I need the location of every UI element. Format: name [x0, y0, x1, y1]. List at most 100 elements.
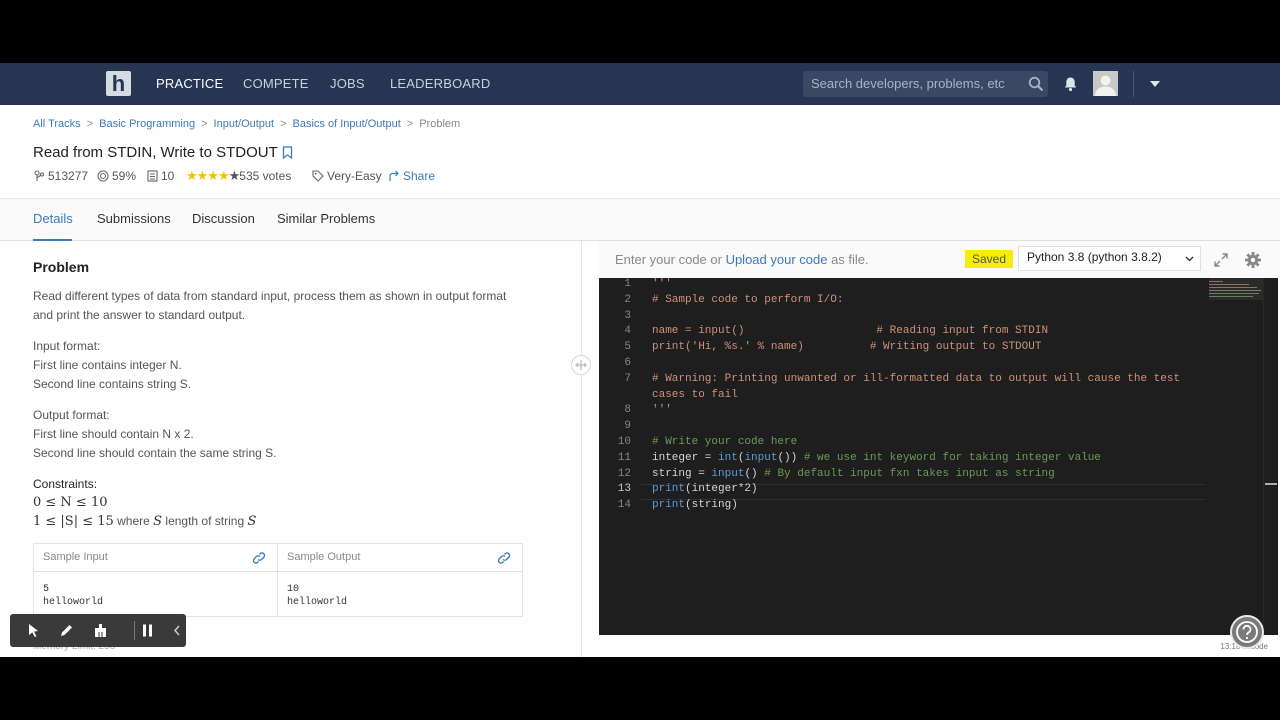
- code-line[interactable]: name = input() # Reading input from STDI…: [652, 325, 1048, 337]
- pane-resize-handle[interactable]: [571, 355, 591, 375]
- line-number: 11: [617, 451, 631, 464]
- breadcrumb-basic-programming[interactable]: Basic Programming: [99, 118, 195, 130]
- editor-hint: Enter your code or Upload your code as f…: [615, 252, 869, 267]
- solved-count: 513277: [33, 169, 88, 183]
- sample-output-label: Sample Output: [287, 551, 361, 563]
- tab-discussion[interactable]: Discussion: [192, 211, 255, 226]
- bell-icon[interactable]: [1063, 76, 1078, 92]
- pause-icon[interactable]: [139, 622, 156, 639]
- line-number: 10: [617, 436, 631, 448]
- help-button[interactable]: [1230, 615, 1264, 649]
- breadcrumb-input-output[interactable]: Input/Output: [214, 118, 275, 130]
- logo[interactable]: h: [106, 71, 131, 96]
- tab-similar-problems[interactable]: Similar Problems: [277, 211, 375, 226]
- nav-divider: [1133, 71, 1134, 97]
- nav-jobs[interactable]: JOBS: [330, 76, 365, 91]
- pointer-icon[interactable]: [25, 622, 42, 639]
- top-nav: h PRACTICE COMPETE JOBS LEADERBOARD: [0, 63, 1280, 105]
- code-line[interactable]: integer = int(input()) # we use int keyw…: [652, 452, 1101, 464]
- code-token: string =: [652, 467, 712, 480]
- solved-icon: [34, 170, 45, 181]
- input-format-line: Second line contains string S.: [33, 377, 192, 391]
- problem-heading: Problem: [33, 259, 90, 275]
- language-select[interactable]: Python 3.8 (python 3.8.2): [1018, 246, 1201, 271]
- chevron-down-icon: [1185, 256, 1194, 262]
- breadcrumb: All Tracks > Basic Programming > Input/Outpu…: [33, 118, 461, 130]
- pen-icon[interactable]: [58, 622, 75, 639]
- code-token: ()): [777, 451, 804, 464]
- tag-icon: [312, 170, 324, 182]
- chevron-left-icon[interactable]: [171, 622, 183, 639]
- code-token: # Warning: Printing unwanted or ill-form…: [652, 372, 1181, 385]
- code-token: input: [744, 451, 778, 464]
- code-token: (): [744, 467, 765, 480]
- eraser-icon[interactable]: [92, 622, 109, 639]
- nav-practice[interactable]: PRACTICE: [156, 76, 223, 91]
- code-token: input: [711, 467, 745, 480]
- code-token: name = input() # Reading input from STDI…: [652, 325, 1049, 338]
- saved-badge: Saved: [965, 250, 1014, 268]
- code-line[interactable]: ''': [652, 404, 672, 416]
- avatar[interactable]: [1093, 71, 1118, 96]
- nav-compete[interactable]: COMPETE: [243, 76, 309, 91]
- upload-code-link[interactable]: Upload your code: [726, 252, 828, 267]
- output-format-line: Second line should contain the same stri…: [33, 446, 277, 460]
- code-token: print: [652, 483, 686, 496]
- share-link[interactable]: Share: [388, 169, 435, 183]
- editor-header: Enter your code or Upload your code as f…: [599, 241, 1280, 278]
- difficulty: Very-Easy: [312, 169, 382, 183]
- editor-scrollbar[interactable]: [1263, 278, 1278, 635]
- success-rate: 59%: [97, 169, 136, 183]
- code-token: integer =: [652, 451, 719, 464]
- bookmark-icon[interactable]: [282, 146, 293, 159]
- breadcrumb-basics-io[interactable]: Basics of Input/Output: [293, 118, 401, 130]
- link-icon[interactable]: [252, 551, 266, 565]
- gear-icon[interactable]: [1244, 251, 1262, 269]
- code-line[interactable]: print(string): [652, 499, 738, 511]
- chevron-down-icon[interactable]: [1149, 80, 1161, 88]
- code-line[interactable]: print('Hi, %s.' % name) # Writing output…: [652, 341, 1041, 353]
- line-number: 7: [624, 372, 631, 385]
- code-editor[interactable]: 1 ''' 2 # Sample code to perform I/O: 3 4 name…: [599, 278, 1278, 635]
- code-line[interactable]: # Write your code here: [652, 436, 797, 448]
- constraint-n: 0 ≤ N ≤ 10: [33, 495, 108, 510]
- problem-description: Read different types of data from standa…: [33, 289, 507, 322]
- code-token: # By default input fxn takes input as st…: [764, 467, 1055, 480]
- tabs-bar: Details Submissions Discussion Similar P…: [0, 198, 1280, 241]
- language-select-value: Python 3.8 (python 3.8.2): [1027, 250, 1162, 264]
- share-icon: [389, 170, 399, 181]
- problem-panel: Problem Read different types of data fro…: [0, 241, 582, 657]
- code-token: # we use int keyword for taking integer …: [803, 451, 1101, 464]
- search-input[interactable]: [811, 76, 1021, 91]
- line-number: 2: [624, 293, 631, 306]
- code-line[interactable]: print(integer*2): [652, 483, 758, 495]
- nav-leaderboard[interactable]: LEADERBOARD: [390, 76, 490, 91]
- breadcrumb-current: Problem: [419, 118, 461, 130]
- code-line[interactable]: string = input() # By default input fxn …: [652, 468, 1055, 480]
- sample-output-value: 10 helloworld: [287, 584, 348, 608]
- line-number: 4: [624, 325, 631, 338]
- code-token: print: [652, 499, 686, 512]
- breadcrumb-all-tracks[interactable]: All Tracks: [33, 118, 81, 130]
- page-title: Read from STDIN, Write to STDOUT: [33, 144, 278, 161]
- tab-details[interactable]: Details: [33, 211, 73, 226]
- line-number: 8: [624, 404, 631, 417]
- search-icon[interactable]: [1028, 76, 1044, 92]
- tab-submissions[interactable]: Submissions: [97, 211, 171, 226]
- link-icon[interactable]: [497, 551, 511, 565]
- code-token: cases to fail: [652, 388, 738, 401]
- code-minimap[interactable]: [1205, 278, 1263, 635]
- rating-stars[interactable]: ★★★★★: [186, 168, 240, 183]
- sample-output-header: Sample Output: [278, 544, 522, 572]
- code-line[interactable]: # Sample code to perform I/O:: [652, 294, 843, 306]
- line-number: 1: [624, 278, 631, 290]
- editor-footer: 13:18 vscode: [599, 635, 1280, 657]
- input-format-label: Input format:: [33, 339, 101, 353]
- sample-input-header: Sample Input: [34, 544, 278, 572]
- code-line[interactable]: # Warning: Printing unwanted or ill-form…: [652, 373, 1180, 385]
- code-line[interactable]: cases to fail: [652, 389, 738, 401]
- expand-icon[interactable]: [1213, 252, 1229, 268]
- input-format-line: First line contains integer N.: [33, 358, 182, 372]
- code-line[interactable]: ''': [652, 278, 672, 290]
- rating[interactable]: ★★★★★535 votes: [186, 168, 291, 184]
